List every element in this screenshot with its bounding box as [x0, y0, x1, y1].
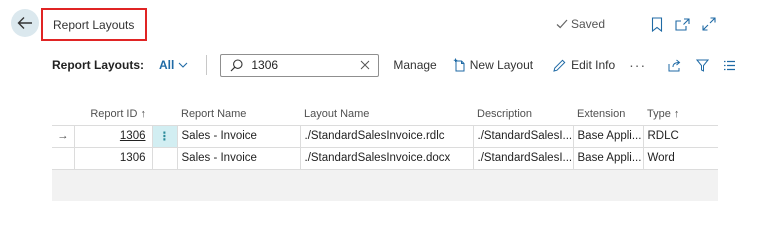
new-layout-label: New Layout: [469, 58, 534, 72]
search-value[interactable]: 1306: [251, 58, 360, 72]
cell-layout-name[interactable]: ./StandardSalesInvoice.docx: [299, 146, 473, 170]
table-header-row: Report ID ↑ Report Name Layout Name Desc…: [52, 104, 718, 125]
search-input[interactable]: 1306: [220, 53, 380, 77]
sort-ascending-icon: ↑: [140, 108, 147, 121]
cell-type[interactable]: RDLC: [642, 124, 718, 147]
saved-label: Saved: [570, 17, 605, 31]
new-layout-button[interactable]: New Layout: [453, 58, 533, 72]
list-view-icon[interactable]: [723, 60, 736, 71]
cell-description[interactable]: ./StandardSalesI...: [472, 124, 573, 147]
bookmark-icon[interactable]: [651, 16, 663, 32]
row-indicator: [52, 146, 74, 170]
edit-info-button[interactable]: Edit Info: [553, 58, 615, 72]
table-row[interactable]: 1306 Sales - Invoice ./StandardSalesInvo…: [52, 146, 718, 170]
cell-extension[interactable]: Base Appli...: [572, 146, 643, 170]
action-bar: Report Layouts: All 1306 Manage New Layo…: [52, 53, 760, 77]
cell-report-id[interactable]: 1306: [73, 124, 152, 147]
close-icon[interactable]: [360, 60, 370, 70]
back-button[interactable]: [11, 9, 39, 37]
column-header-extension[interactable]: Extension: [573, 104, 643, 125]
checkmark-icon: [556, 19, 568, 29]
manage-button[interactable]: Manage: [393, 58, 436, 72]
cell-report-name[interactable]: Sales - Invoice: [176, 124, 300, 147]
filter-icon[interactable]: [696, 59, 710, 72]
list-label: Report Layouts:: [52, 58, 145, 72]
view-filter-dropdown[interactable]: All: [159, 58, 188, 72]
row-actions-button[interactable]: ⋮: [151, 124, 177, 147]
cell-extension[interactable]: Base Appli...: [572, 124, 643, 147]
cell-report-name[interactable]: Sales - Invoice: [176, 146, 300, 170]
cell-report-id[interactable]: 1306: [73, 146, 152, 170]
sort-ascending-icon: ↑: [673, 108, 680, 121]
arrow-right-icon: →: [52, 124, 74, 147]
row-actions-cell[interactable]: [151, 146, 177, 170]
row-indicator-header: [52, 104, 74, 125]
more-options-button[interactable]: ···: [629, 57, 646, 73]
column-header-description[interactable]: Description: [473, 104, 573, 125]
open-in-new-window-icon[interactable]: [675, 17, 690, 31]
manage-label: Manage: [393, 58, 437, 72]
cell-type[interactable]: Word: [642, 146, 718, 170]
column-header-layout-name[interactable]: Layout Name: [300, 104, 473, 125]
cell-layout-name[interactable]: ./StandardSalesInvoice.rdlc: [299, 124, 473, 147]
saved-status: Saved: [556, 17, 605, 31]
arrow-left-icon: [17, 17, 32, 29]
chevron-down-icon: [178, 62, 188, 68]
page-title-text: Report Layouts: [53, 17, 135, 32]
share-icon[interactable]: [668, 59, 682, 72]
report-layouts-grid: Report ID ↑ Report Name Layout Name Desc…: [52, 104, 718, 170]
column-header-report-name[interactable]: Report Name: [177, 104, 300, 125]
column-header-type[interactable]: Type ↑: [643, 104, 718, 125]
search-icon: [230, 58, 243, 71]
view-filter-value: All: [159, 58, 175, 72]
expand-icon[interactable]: [702, 17, 716, 31]
divider: [206, 55, 208, 75]
page-header-actions: Saved: [556, 15, 716, 33]
pencil-icon: [553, 59, 566, 72]
table-row[interactable]: → 1306 ⋮ Sales - Invoice ./StandardSales…: [52, 124, 718, 147]
row-menu-header: [152, 104, 177, 125]
page-title: Report Layouts: [41, 8, 147, 41]
new-document-icon: [453, 58, 465, 72]
cell-description[interactable]: ./StandardSalesI...: [472, 146, 573, 170]
edit-info-label: Edit Info: [571, 58, 616, 72]
column-header-report-id[interactable]: Report ID ↑: [74, 104, 152, 125]
